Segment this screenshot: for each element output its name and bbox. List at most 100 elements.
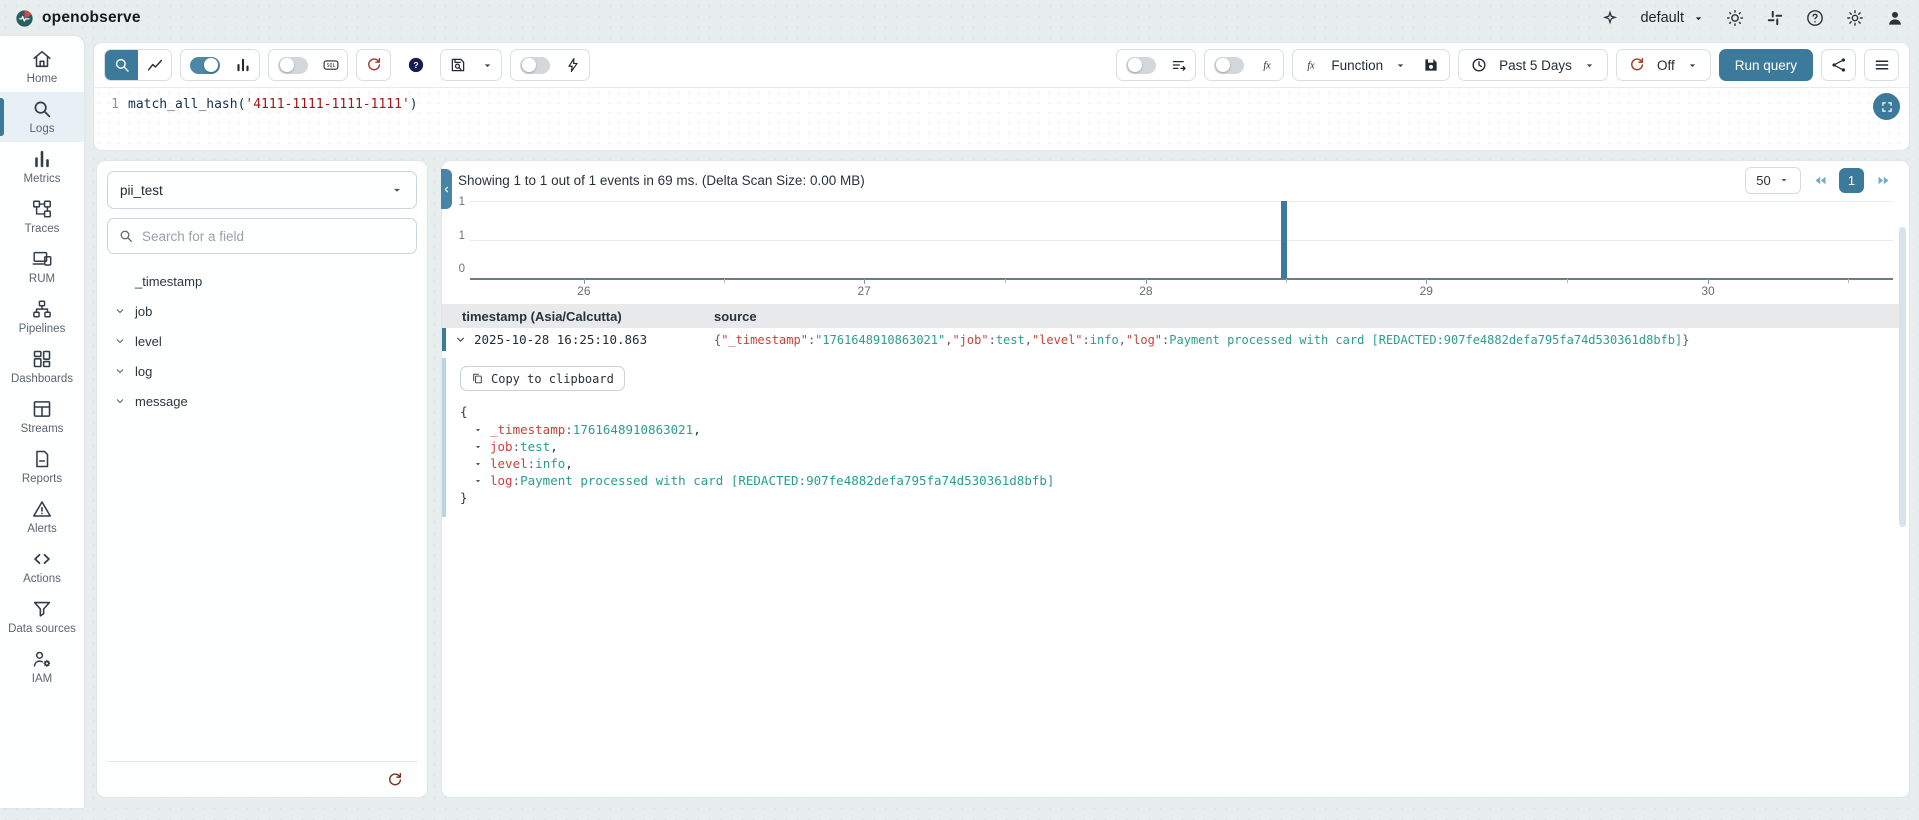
sidebar-item-iam[interactable]: IAM (0, 642, 84, 692)
field-name: level (135, 334, 162, 349)
visualize-mode-button[interactable] (138, 49, 171, 81)
sidebar-item-logs[interactable]: Logs (0, 92, 84, 142)
quick-mode-button[interactable] (556, 49, 589, 81)
fx-icon: fx (1302, 56, 1320, 74)
sidebar-item-home[interactable]: Home (0, 42, 84, 92)
chevron-down-icon (1686, 59, 1699, 72)
saved-searches-button[interactable] (441, 49, 474, 81)
org-selector[interactable]: default (1640, 10, 1705, 26)
sidebar-item-actions[interactable]: Actions (0, 542, 84, 592)
copy-to-clipboard-button[interactable]: Copy to clipboard (460, 366, 625, 391)
chevron-down-icon (1394, 59, 1407, 72)
help-badge-button[interactable]: ? (399, 49, 432, 81)
timestamp-column-header: timestamp (Asia/Calcutta) (442, 309, 714, 324)
sidebar-item-metrics[interactable]: Metrics (0, 142, 84, 192)
sidebar-item-label: Logs (30, 123, 55, 136)
field-search-input[interactable] (142, 229, 406, 244)
sql-mode-button[interactable]: SQL (314, 49, 347, 81)
chevron-down-icon[interactable] (114, 335, 126, 347)
help-icon[interactable] (1805, 8, 1825, 28)
refresh-fields-button[interactable] (378, 766, 411, 794)
stream-selector-value: pii_test (120, 183, 163, 198)
pagination: 50 1 (1745, 167, 1893, 194)
y-axis-tick-label: 1 (459, 230, 465, 242)
sidebar-item-reports[interactable]: Reports (0, 442, 84, 492)
events-histogram[interactable]: 110 2627282930 (442, 199, 1903, 302)
next-page-button[interactable] (1873, 170, 1893, 190)
stream-selector[interactable]: pii_test (107, 171, 417, 209)
profile-icon[interactable] (1885, 8, 1905, 28)
sidebar-item-streams[interactable]: Streams (0, 392, 84, 442)
json-entry-job[interactable]: job:test, (460, 438, 1903, 455)
slack-icon[interactable] (1765, 8, 1785, 28)
vrl-function-toggle-button[interactable]: fx (1250, 49, 1283, 81)
bolt-icon (564, 56, 582, 74)
saved-searches-caret[interactable] (474, 49, 501, 81)
quick-mode-toggle[interactable] (520, 57, 550, 74)
field-item-level[interactable]: level (107, 326, 417, 356)
settings-icon[interactable] (1845, 8, 1865, 28)
home-icon (31, 48, 53, 70)
sidebar-item-rum[interactable]: RUM (0, 242, 84, 292)
table-row[interactable]: 2025-10-28 16:25:10.863 {"_timestamp":"1… (442, 328, 1903, 351)
vrl-function-toggle[interactable] (1214, 57, 1244, 74)
double-chevron-left-icon (1813, 173, 1828, 188)
sidebar-item-data-sources[interactable]: Data sources (0, 592, 84, 642)
x-axis-tick-label: 30 (1701, 284, 1714, 298)
prev-page-button[interactable] (1810, 170, 1830, 190)
sidebar-item-alerts[interactable]: Alerts (0, 492, 84, 542)
interesting-fields-button[interactable] (1162, 49, 1195, 81)
time-range-picker[interactable]: Past 5 Days (1463, 49, 1603, 81)
reset-filters-button[interactable] (357, 49, 390, 81)
query-editor[interactable]: 1 match_all_hash('4111-1111-1111-1111') (94, 88, 1909, 150)
fields-panel-footer (107, 761, 417, 797)
json-entry-level[interactable]: level:info, (460, 455, 1903, 472)
share-link-button[interactable] (1822, 49, 1855, 81)
editor-fullscreen-button[interactable] (1873, 93, 1900, 120)
dashboards-icon (31, 348, 53, 370)
histogram-bar[interactable] (1281, 201, 1287, 278)
row-source: {"_timestamp":"1761648910863021","job":t… (714, 333, 1903, 347)
ai-sparkle-icon[interactable] (1600, 8, 1620, 28)
row-expand-chevron-icon[interactable] (454, 333, 468, 347)
field-name: log (135, 364, 152, 379)
chevron-left-icon (442, 185, 451, 194)
json-entry-_timestamp[interactable]: _timestamp:1761648910863021, (460, 421, 1903, 438)
search-icon (118, 228, 134, 244)
sidebar-item-traces[interactable]: Traces (0, 192, 84, 242)
function-dropdown[interactable]: fx Function (1295, 49, 1414, 81)
row-detail: Copy to clipboard { _timestamp:176164891… (442, 358, 1903, 517)
sidebar-item-pipelines[interactable]: Pipelines (0, 292, 84, 342)
chevron-down-icon[interactable] (114, 305, 126, 317)
theme-light-icon[interactable] (1725, 8, 1745, 28)
sidebar-item-label: IAM (32, 673, 52, 686)
sidebar-item-dashboards[interactable]: Dashboards (0, 342, 84, 392)
interesting-fields-toggle[interactable] (1126, 57, 1156, 74)
auto-refresh-picker[interactable]: Off (1621, 49, 1706, 81)
caret-down-icon[interactable] (473, 442, 483, 452)
save-function-button[interactable] (1414, 49, 1447, 81)
openobserve-logo-icon (14, 8, 35, 29)
field-item-log[interactable]: log (107, 356, 417, 386)
histogram-button[interactable] (226, 49, 259, 81)
field-item-_timestamp[interactable]: _timestamp (107, 266, 417, 296)
caret-down-icon[interactable] (473, 459, 483, 469)
search-mode-button[interactable] (105, 49, 138, 81)
field-item-job[interactable]: job (107, 296, 417, 326)
run-query-button[interactable]: Run query (1719, 49, 1813, 81)
histogram-toggle[interactable] (190, 57, 220, 74)
search-icon (31, 98, 53, 120)
results-scrollbar[interactable] (1899, 227, 1906, 527)
chevron-down-icon[interactable] (114, 395, 126, 407)
sql-mode-toggle[interactable] (278, 57, 308, 74)
more-menu-button[interactable] (1865, 49, 1898, 81)
field-item-message[interactable]: message (107, 386, 417, 416)
current-page-button[interactable]: 1 (1839, 168, 1864, 193)
fx-icon: fx (1258, 56, 1276, 74)
caret-down-icon[interactable] (473, 425, 483, 435)
page-size-select[interactable]: 50 (1745, 167, 1801, 194)
caret-down-icon[interactable] (473, 476, 483, 486)
auto-refresh-label: Off (1653, 58, 1679, 73)
json-entry-log[interactable]: log:Payment processed with card [REDACTE… (460, 472, 1903, 489)
chevron-down-icon[interactable] (114, 365, 126, 377)
